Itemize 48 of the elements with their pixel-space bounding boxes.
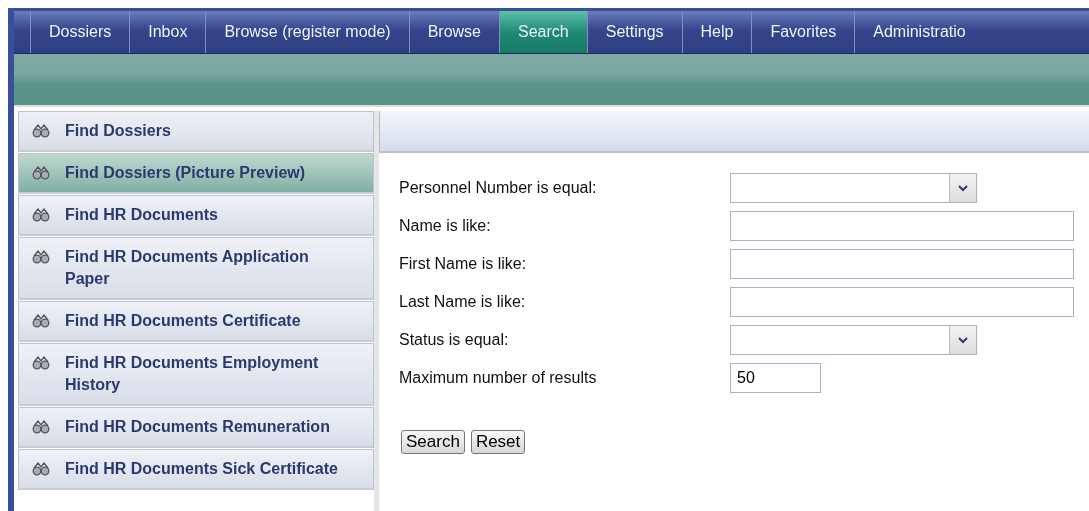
dropdown[interactable]: [730, 325, 977, 355]
sidebar-item[interactable]: Find Dossiers (Picture Preview): [18, 153, 374, 194]
nav-tab[interactable]: Browse (register mode): [205, 11, 409, 53]
dropdown[interactable]: [730, 173, 977, 203]
binoculars-icon: [31, 250, 51, 264]
field-label: Maximum number of results: [399, 369, 598, 387]
form-button[interactable]: Search: [401, 430, 465, 454]
binoculars-icon: [31, 166, 51, 180]
nav-tab[interactable]: Favorites: [751, 11, 855, 53]
sidebar-item[interactable]: Find HR Documents Certificate: [18, 301, 374, 342]
item-label: Find HR Documents Sick Certificate: [65, 459, 338, 479]
binoculars-icon: [31, 420, 51, 434]
field-label: Name is like:: [399, 217, 492, 235]
item-label: Find HR Documents Application Paper: [65, 247, 310, 289]
nav-tab[interactable]: Inbox: [129, 11, 206, 53]
sidebar-item[interactable]: Find HR Documents Remuneration: [18, 407, 374, 448]
chevron-down-icon: [958, 336, 968, 344]
item-label: Find HR Documents: [65, 205, 218, 225]
field-label: Status is equal:: [399, 331, 510, 349]
sidebar-item[interactable]: Find HR Documents Employment History: [18, 343, 374, 406]
binoculars-icon: [31, 462, 51, 476]
text-field[interactable]: [730, 211, 1074, 241]
text-field[interactable]: [730, 287, 1074, 317]
field-label: Last Name is like:: [399, 293, 527, 311]
nav-tab[interactable]: Help: [681, 11, 752, 53]
binoculars-icon: [31, 314, 51, 328]
nav-tab[interactable]: Search: [499, 11, 587, 53]
field-label: Personnel Number is equal:: [399, 179, 598, 197]
nav-tab[interactable]: Dossiers: [30, 11, 130, 53]
binoculars-icon: [31, 124, 51, 138]
nav-tab[interactable]: Settings: [586, 11, 682, 53]
chevron-down-icon: [958, 184, 968, 192]
text-field[interactable]: [730, 249, 1074, 279]
item-label: Find HR Documents Certificate: [65, 311, 301, 331]
item-label: Find HR Documents Employment History: [65, 353, 320, 395]
number-field[interactable]: 50: [730, 363, 821, 393]
binoculars-icon: [31, 208, 51, 222]
binoculars-icon: [31, 356, 51, 370]
sidebar-item[interactable]: Find HR Documents Application Paper: [18, 237, 374, 300]
sidebar-item[interactable]: Find HR Documents Sick Certificate: [18, 449, 374, 490]
sidebar-item[interactable]: Find HR Documents: [18, 195, 374, 236]
item-label: Find Dossiers (Picture Preview): [65, 163, 306, 183]
form-button[interactable]: Reset: [470, 430, 526, 454]
sidebar-item[interactable]: Find Dossiers: [18, 111, 374, 152]
field-label: First Name is like:: [399, 255, 528, 273]
item-label: Find HR Documents Remuneration: [65, 417, 330, 437]
item-label: Find Dossiers: [65, 121, 171, 141]
nav-tab[interactable]: Administratio: [854, 11, 984, 53]
